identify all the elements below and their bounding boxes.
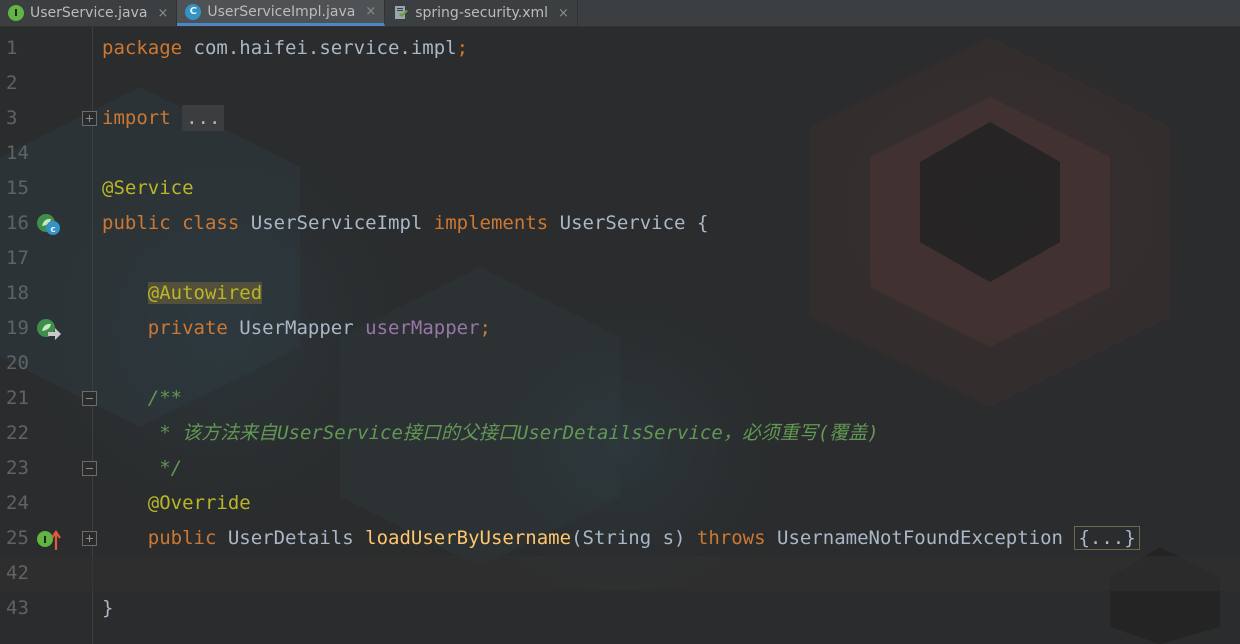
line-number: 22 [6, 422, 29, 444]
code-line: 20 [0, 346, 1240, 381]
code-editor[interactable]: 1 package com.haifei.service.impl; 2 3 i… [0, 27, 1240, 644]
class-name: UserServiceImpl [250, 212, 423, 234]
brace: { [696, 212, 709, 234]
exception-name: UsernameNotFoundException [777, 527, 1063, 549]
line-number: 16 [6, 212, 29, 234]
code-line: 24 @Override [0, 486, 1240, 521]
keyword: throws [696, 527, 766, 549]
code-text: private UserMapper userMapper; [102, 311, 491, 346]
keyword: import [102, 107, 171, 129]
keyword: class [182, 212, 240, 234]
code-text: public class UserServiceImpl implements … [102, 206, 708, 241]
code-line: 3 import ... [0, 101, 1240, 136]
close-icon[interactable]: × [365, 4, 376, 19]
line-number: 24 [6, 492, 29, 514]
line-number: 42 [6, 562, 29, 584]
code-line: 17 [0, 241, 1240, 276]
method-name: loadUserByUsername [365, 527, 572, 549]
tab-label: spring-security.xml [415, 5, 549, 21]
expand-fold-icon[interactable] [82, 111, 97, 126]
tab-label: UserServiceImpl.java [207, 3, 356, 20]
folded-imports[interactable]: ... [182, 105, 225, 131]
code-text: /** [102, 381, 182, 416]
editor-tab-bar: I UserService.java × C UserServiceImpl.j… [0, 0, 1240, 27]
code-text: } [102, 591, 113, 626]
code-line: 1 package com.haifei.service.impl; [0, 31, 1240, 66]
code-text: @Autowired [102, 276, 263, 311]
annotation: @Service [102, 177, 194, 199]
semicolon: ; [479, 317, 491, 339]
code-line: 19 private UserMapper userMapper; [0, 311, 1240, 346]
code-text: package com.haifei.service.impl; [102, 31, 468, 66]
keyword: implements [433, 212, 549, 234]
close-icon[interactable]: × [558, 6, 569, 21]
line-number: 21 [6, 387, 29, 409]
class-icon: C [185, 3, 202, 20]
code-line: 14 [0, 136, 1240, 171]
annotation: @Override [147, 492, 251, 514]
type-name: UserDetails [227, 527, 354, 549]
svg-text:I: I [43, 535, 47, 546]
semicolon: ; [456, 37, 469, 59]
code-line: 2 [0, 66, 1240, 101]
tab-userserviceimpl-java[interactable]: C UserServiceImpl.java × [177, 0, 386, 26]
keyword: package [102, 37, 183, 59]
interface-name: UserService [559, 212, 686, 234]
autowired-navigate-icon[interactable] [36, 318, 62, 346]
code-line: 23 */ [0, 451, 1240, 486]
collapse-fold-icon[interactable] [82, 461, 97, 476]
doc-comment: /** [147, 387, 183, 409]
code-line: 18 @Autowired [0, 276, 1240, 311]
field-name: userMapper [365, 317, 480, 339]
parameters: (String s) [571, 527, 686, 549]
doc-comment: * 该方法来自UserService接口的父接口UserDetailsServi… [147, 422, 879, 444]
keyword: public [102, 212, 171, 234]
line-number: 20 [6, 352, 29, 374]
spring-bean-icon[interactable]: c [36, 213, 62, 241]
line-number: 19 [6, 317, 29, 339]
expand-fold-icon[interactable] [82, 531, 97, 546]
line-number: 25 [6, 527, 29, 549]
line-number: 18 [6, 282, 29, 304]
collapse-fold-icon[interactable] [82, 391, 97, 406]
code-text: public UserDetails loadUserByUsername(St… [102, 521, 1140, 556]
line-number: 1 [6, 37, 18, 59]
close-icon[interactable]: × [157, 6, 168, 21]
folded-method-body[interactable]: {...} [1074, 526, 1140, 550]
code-line-current: 42 [0, 556, 1240, 591]
code-text: import ... [102, 101, 225, 136]
xml-file-icon [393, 5, 409, 21]
line-number: 3 [6, 107, 18, 129]
code-line: 25 I public UserDetails loadUserByUserna… [0, 521, 1240, 556]
line-number: 43 [6, 597, 29, 619]
keyword: private [147, 317, 228, 339]
svg-text:c: c [50, 225, 55, 235]
code-line: 22 * 该方法来自UserService接口的父接口UserDetailsSe… [0, 416, 1240, 451]
code-line: 16 c public class UserServiceImpl implem… [0, 206, 1240, 241]
tab-label: UserService.java [30, 5, 148, 21]
code-text: @Override [102, 486, 251, 521]
keyword: public [147, 527, 217, 549]
line-number: 15 [6, 177, 29, 199]
package-name: com.haifei.service.impl [182, 37, 457, 59]
line-number: 2 [6, 72, 18, 94]
code-line: 15 @Service [0, 171, 1240, 206]
code-line: 43 } [0, 591, 1240, 626]
interface-icon: I [8, 5, 24, 21]
code-text: @Service [102, 171, 194, 206]
tab-spring-security-xml[interactable]: spring-security.xml × [385, 0, 578, 26]
implements-method-icon[interactable]: I [36, 528, 62, 556]
tab-userservice-java[interactable]: I UserService.java × [0, 0, 178, 26]
doc-comment: */ [147, 457, 183, 479]
annotation: @Autowired [147, 282, 263, 304]
code-text: * 该方法来自UserService接口的父接口UserDetailsServi… [102, 416, 879, 451]
type-name: UserMapper [239, 317, 354, 339]
line-number: 23 [6, 457, 29, 479]
line-number: 14 [6, 142, 29, 164]
code-line: 21 /** [0, 381, 1240, 416]
brace: } [102, 597, 114, 619]
line-number: 17 [6, 247, 29, 269]
code-text: */ [102, 451, 182, 486]
